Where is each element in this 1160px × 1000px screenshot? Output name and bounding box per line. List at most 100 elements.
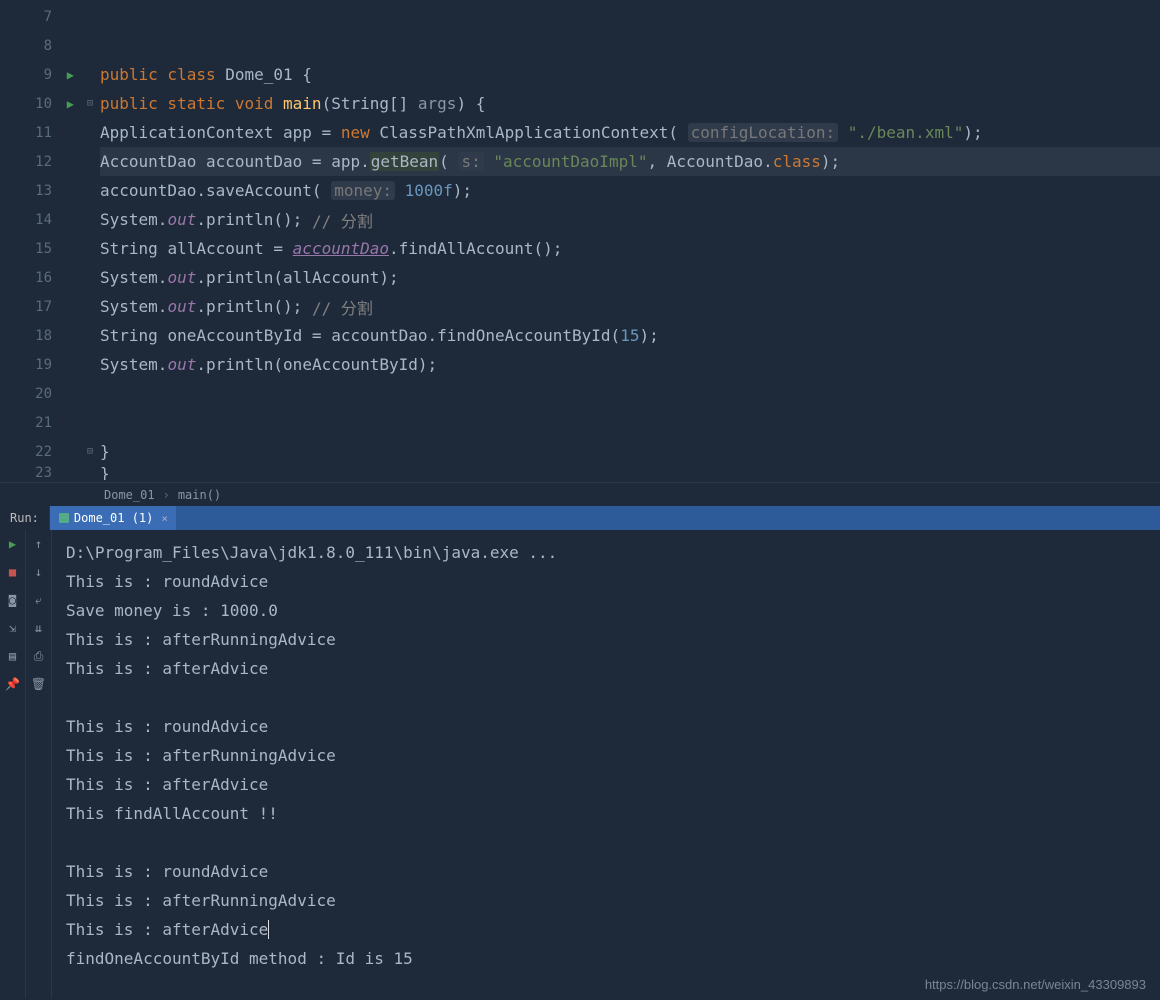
fold-marker: [80, 176, 100, 205]
console-line: This is : afterAdvice: [66, 915, 1146, 944]
code-line[interactable]: System.out.println(allAccount);: [100, 263, 1160, 292]
code-line[interactable]: AccountDao accountDao = app.getBean( s: …: [100, 147, 1160, 176]
code-line[interactable]: }: [100, 466, 1160, 480]
fold-marker: [80, 31, 100, 60]
print-icon[interactable]: ⎙: [31, 648, 47, 664]
console-output[interactable]: D:\Program_Files\Java\jdk1.8.0_111\bin\j…: [52, 530, 1160, 998]
breadcrumb[interactable]: Dome_01 › main(): [0, 482, 1160, 506]
code-line[interactable]: System.out.println(); // 分割: [100, 205, 1160, 234]
line-number: 11: [35, 125, 52, 141]
gutter-run-icon[interactable]: ▶: [67, 97, 74, 111]
console-line: Save money is : 1000.0: [66, 596, 1146, 625]
console-line: This is : afterAdvice: [66, 654, 1146, 683]
gutter-row[interactable]: 13: [0, 176, 80, 205]
gutter-row[interactable]: 23: [0, 466, 80, 480]
line-number: 18: [35, 328, 52, 344]
trash-icon[interactable]: 🗑: [31, 676, 47, 692]
up-icon[interactable]: ↑: [31, 536, 47, 552]
console-line: findOneAccountById method : Id is 15: [66, 944, 1146, 973]
code-line[interactable]: [100, 379, 1160, 408]
line-number: 10: [35, 96, 52, 112]
gutter-row[interactable]: 12: [0, 147, 80, 176]
fold-marker: [80, 205, 100, 234]
code-line[interactable]: String oneAccountById = accountDao.findO…: [100, 321, 1160, 350]
line-gutter: 789▶10▶11121314151617181920212223: [0, 0, 80, 482]
console-line: [66, 683, 1146, 712]
line-number: 16: [35, 270, 52, 286]
console-line: This is : afterRunningAdvice: [66, 741, 1146, 770]
fold-marker: [80, 466, 100, 480]
code-line[interactable]: }: [100, 437, 1160, 466]
gutter-row[interactable]: 22: [0, 437, 80, 466]
scroll-icon[interactable]: ⇊: [31, 620, 47, 636]
run-panel-label: Run:: [0, 506, 50, 530]
pin-icon[interactable]: 📌: [5, 676, 21, 692]
gutter-row[interactable]: 9▶: [0, 60, 80, 89]
close-icon[interactable]: ×: [161, 512, 168, 525]
console-line: This is : afterAdvice: [66, 770, 1146, 799]
gutter-row[interactable]: 14: [0, 205, 80, 234]
layout-icon[interactable]: ▤: [5, 648, 21, 664]
line-number: 23: [35, 465, 52, 481]
line-number: 15: [35, 241, 52, 257]
console-line: This is : roundAdvice: [66, 712, 1146, 741]
console-line: This is : roundAdvice: [66, 857, 1146, 886]
gutter-row[interactable]: 16: [0, 263, 80, 292]
fold-marker[interactable]: ⊟: [80, 437, 100, 466]
gutter-row[interactable]: 7: [0, 2, 80, 31]
code-line[interactable]: [100, 2, 1160, 31]
watermark: https://blog.csdn.net/weixin_43309893: [925, 977, 1146, 992]
code-line[interactable]: [100, 31, 1160, 60]
code-area[interactable]: public class Dome_01 { public static voi…: [100, 0, 1160, 482]
fold-marker: [80, 408, 100, 437]
code-line[interactable]: public class Dome_01 {: [100, 60, 1160, 89]
gutter-row[interactable]: 15: [0, 234, 80, 263]
gutter-row[interactable]: 21: [0, 408, 80, 437]
breadcrumb-item[interactable]: Dome_01: [100, 488, 159, 502]
exit-icon[interactable]: ⇲: [5, 620, 21, 636]
run-tab[interactable]: Dome_01 (1) ×: [50, 506, 176, 530]
gutter-row[interactable]: 17: [0, 292, 80, 321]
gutter-row[interactable]: 20: [0, 379, 80, 408]
console-line: [66, 828, 1146, 857]
line-number: 19: [35, 357, 52, 373]
breadcrumb-item[interactable]: main(): [174, 488, 225, 502]
code-line[interactable]: ApplicationContext app = new ClassPathXm…: [100, 118, 1160, 147]
console-line: This is : afterRunningAdvice: [66, 886, 1146, 915]
down-icon[interactable]: ↓: [31, 564, 47, 580]
code-line[interactable]: [100, 408, 1160, 437]
line-number: 7: [44, 9, 52, 25]
wrap-icon[interactable]: ⤶: [31, 592, 47, 608]
run-config-icon: [58, 512, 70, 524]
fold-column: ⊟⊟: [80, 0, 100, 482]
fold-marker: [80, 292, 100, 321]
fold-marker: [80, 60, 100, 89]
code-line[interactable]: String allAccount = accountDao.findAllAc…: [100, 234, 1160, 263]
fold-marker: [80, 118, 100, 147]
fold-marker[interactable]: ⊟: [80, 89, 100, 118]
gutter-row[interactable]: 18: [0, 321, 80, 350]
run-toolbar-mid: ↑ ↓ ⤶ ⇊ ⎙ 🗑: [26, 530, 52, 998]
gutter-row[interactable]: 19: [0, 350, 80, 379]
console-area: ▶ ■ ◙ ⇲ ▤ 📌 ↑ ↓ ⤶ ⇊ ⎙ 🗑 D:\Program_Files…: [0, 530, 1160, 998]
code-line[interactable]: System.out.println(oneAccountById);: [100, 350, 1160, 379]
line-number: 8: [44, 38, 52, 54]
gutter-run-icon[interactable]: ▶: [67, 68, 74, 82]
console-line: This is : roundAdvice: [66, 567, 1146, 596]
stop-icon[interactable]: ■: [5, 564, 21, 580]
rerun-icon[interactable]: ▶: [5, 536, 21, 552]
gutter-row[interactable]: 10 ▶: [0, 89, 80, 118]
camera-icon[interactable]: ◙: [5, 592, 21, 608]
gutter-row[interactable]: 8: [0, 31, 80, 60]
line-number: 12: [35, 154, 52, 170]
gutter-row[interactable]: 11: [0, 118, 80, 147]
code-line[interactable]: public static void main(String[] args) {: [100, 89, 1160, 118]
editor-area: 789▶10▶11121314151617181920212223 ⊟⊟ pub…: [0, 0, 1160, 482]
code-line[interactable]: accountDao.saveAccount( money: 1000f);: [100, 176, 1160, 205]
line-number: 13: [35, 183, 52, 199]
line-number: 9: [44, 67, 52, 83]
fold-marker: [80, 147, 100, 176]
fold-marker: [80, 263, 100, 292]
console-line: D:\Program_Files\Java\jdk1.8.0_111\bin\j…: [66, 538, 1146, 567]
code-line[interactable]: System.out.println(); // 分割: [100, 292, 1160, 321]
